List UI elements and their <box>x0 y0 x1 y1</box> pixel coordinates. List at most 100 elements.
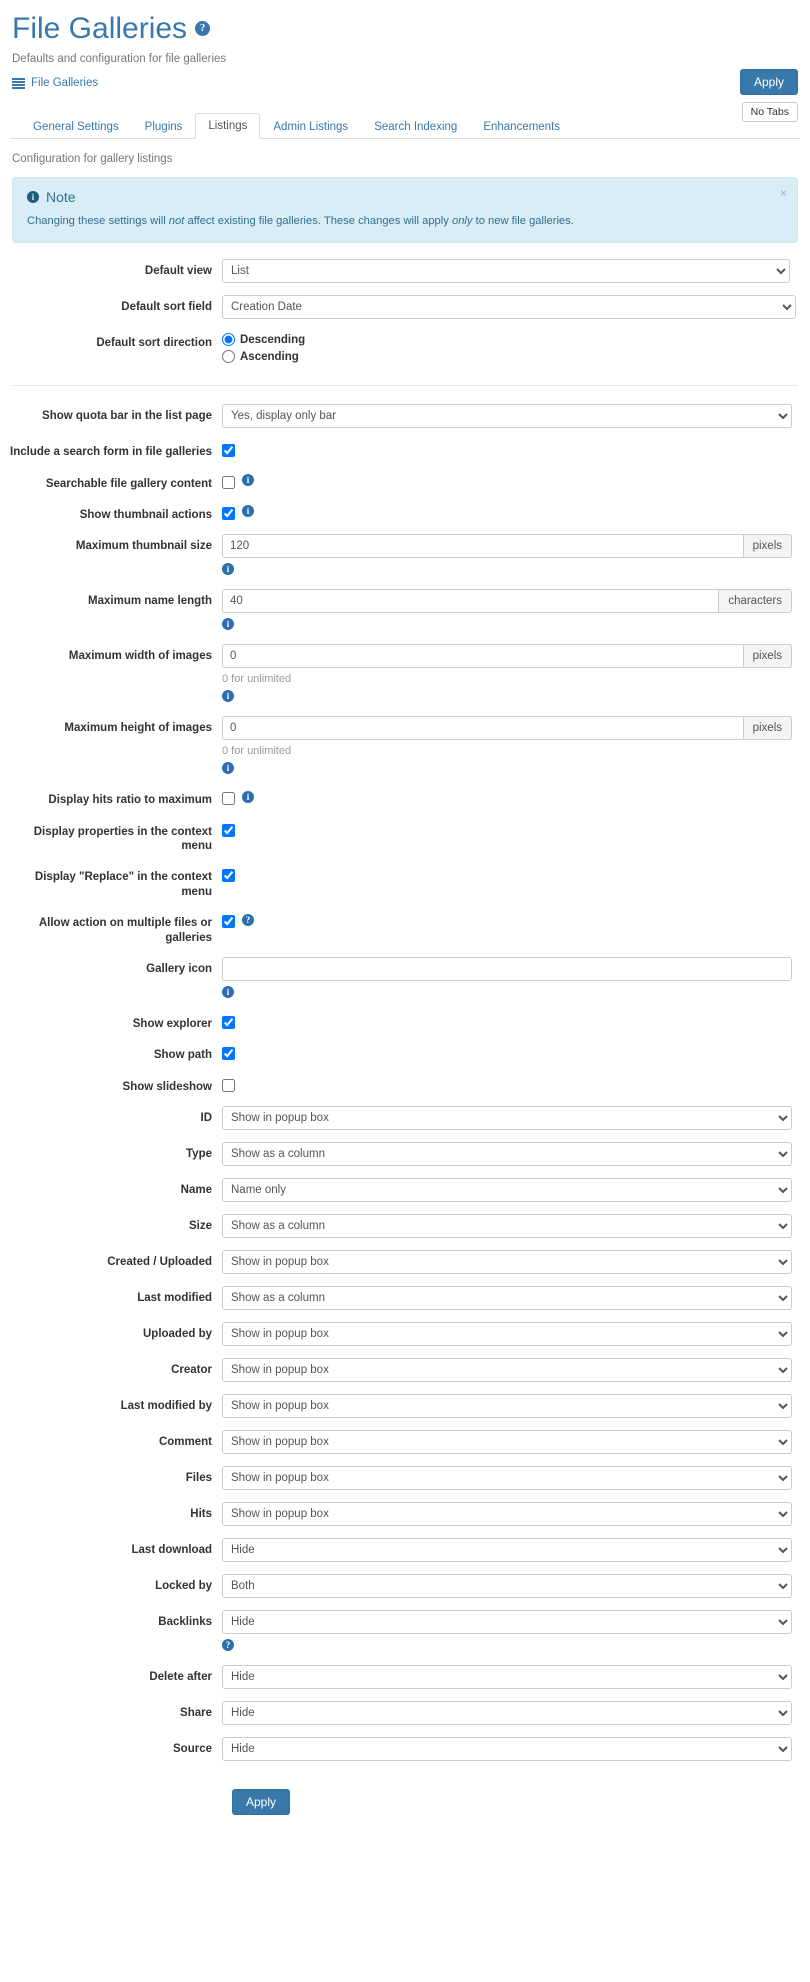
radio-input-ascending[interactable] <box>222 350 235 363</box>
tab-bar: General Settings Plugins Listings Admin Lis… <box>10 111 800 139</box>
note-close-icon[interactable]: × <box>780 186 787 200</box>
input-max-width-images[interactable] <box>222 644 744 668</box>
tab-listings[interactable]: Listings <box>195 113 260 139</box>
select-comment[interactable]: Show in popup box <box>222 1430 792 1454</box>
note-banner: × i Note Changing these settings will no… <box>12 177 798 243</box>
row-show-quota-bar: Show quota bar in the list page Yes, dis… <box>10 398 800 434</box>
checkbox-display-replace[interactable] <box>222 869 235 882</box>
list-icon <box>12 78 25 89</box>
radio-option-ascending[interactable]: Ascending <box>222 348 792 365</box>
checkbox-searchable-content[interactable] <box>222 476 235 489</box>
row-type: TypeShow as a column <box>10 1136 800 1172</box>
input-group-max-name-length: characters <box>222 589 792 613</box>
checkbox-allow-multiple-action[interactable] <box>222 915 235 928</box>
note-body-em2: only <box>452 215 473 227</box>
info-icon[interactable]: i <box>222 563 234 575</box>
input-max-height-images[interactable] <box>222 716 744 740</box>
info-icon[interactable]: i <box>242 474 254 486</box>
select-files[interactable]: Show in popup box <box>222 1466 792 1490</box>
breadcrumb: File Galleries <box>12 77 800 89</box>
radio-label-ascending: Ascending <box>240 351 299 363</box>
row-allow-multiple-action: Allow action on multiple files or galler… <box>10 905 800 951</box>
label-hits: Hits <box>10 1502 222 1521</box>
checkbox-display-properties[interactable] <box>222 824 235 837</box>
label-created-uploaded: Created / Uploaded <box>10 1250 222 1269</box>
row-last-download: Last downloadHide <box>10 1532 800 1568</box>
select-size[interactable]: Show as a column <box>222 1214 792 1238</box>
checkbox-group-show-path <box>222 1043 792 1060</box>
select-last-modified-by[interactable]: Show in popup box <box>222 1394 792 1418</box>
checkbox-show-explorer[interactable] <box>222 1016 235 1029</box>
row-created-uploaded: Created / UploadedShow in popup box <box>10 1244 800 1280</box>
info-icon[interactable]: i <box>242 791 254 803</box>
label-display-replace: Display "Replace" in the context menu <box>10 865 222 899</box>
row-default-sort-field: Default sort field Creation Date <box>10 289 800 325</box>
checkbox-show-slideshow[interactable] <box>222 1079 235 1092</box>
select-created-uploaded[interactable]: Show in popup box <box>222 1250 792 1274</box>
apply-button-top[interactable]: Apply <box>740 69 798 95</box>
row-show-slideshow: Show slideshow <box>10 1069 800 1100</box>
select-id[interactable]: Show in popup box <box>222 1106 792 1130</box>
label-show-explorer: Show explorer <box>10 1012 222 1031</box>
label-last-modified-by: Last modified by <box>10 1394 222 1413</box>
help-icon[interactable]: ? <box>222 1639 234 1651</box>
tab-search-indexing[interactable]: Search Indexing <box>361 114 470 139</box>
input-max-thumbnail-size[interactable] <box>222 534 744 558</box>
page-help-icon[interactable]: ? <box>195 21 210 36</box>
select-creator[interactable]: Show in popup box <box>222 1358 792 1382</box>
page-title-text: File Galleries <box>12 12 187 45</box>
checkbox-show-thumbnail-actions[interactable] <box>222 507 235 520</box>
no-tabs-button[interactable]: No Tabs <box>742 102 798 122</box>
select-show-quota-bar[interactable]: Yes, display only bar <box>222 404 792 428</box>
tab-admin-listings[interactable]: Admin Listings <box>260 114 361 139</box>
input-group-max-thumbnail-size: pixels <box>222 534 792 558</box>
input-max-name-length[interactable] <box>222 589 719 613</box>
checkbox-include-search-form[interactable] <box>222 444 235 457</box>
checkbox-show-path[interactable] <box>222 1047 235 1060</box>
info-icon[interactable]: i <box>222 618 234 630</box>
select-share[interactable]: Hide <box>222 1701 792 1725</box>
select-default-sort-field[interactable]: Creation Date <box>222 295 796 319</box>
apply-button-bottom[interactable]: Apply <box>232 1789 290 1815</box>
tab-label: Listings <box>208 120 247 132</box>
select-uploaded-by[interactable]: Show in popup box <box>222 1322 792 1346</box>
info-icon[interactable]: i <box>222 690 234 702</box>
select-last-download[interactable]: Hide <box>222 1538 792 1562</box>
apply-top-container: Apply <box>740 69 798 95</box>
select-backlinks[interactable]: Hide <box>222 1610 792 1634</box>
select-type[interactable]: Show as a column <box>222 1142 792 1166</box>
row-show-path: Show path <box>10 1037 800 1068</box>
select-name[interactable]: Name only <box>222 1178 792 1202</box>
tab-label: Plugins <box>145 121 183 133</box>
row-share: ShareHide <box>10 1695 800 1731</box>
info-icon[interactable]: i <box>222 762 234 774</box>
select-hits[interactable]: Show in popup box <box>222 1502 792 1526</box>
input-gallery-icon[interactable] <box>222 957 792 981</box>
radio-input-descending[interactable] <box>222 333 235 346</box>
tab-enhancements[interactable]: Enhancements <box>470 114 573 139</box>
select-default-view[interactable]: List <box>222 259 790 283</box>
info-icon[interactable]: i <box>222 986 234 998</box>
help-icon[interactable]: ? <box>242 914 254 926</box>
select-locked-by[interactable]: Both <box>222 1574 792 1598</box>
select-source[interactable]: Hide <box>222 1737 792 1761</box>
tab-general-settings[interactable]: General Settings <box>20 114 132 139</box>
row-name: NameName only <box>10 1172 800 1208</box>
no-tabs-container: No Tabs <box>742 102 798 122</box>
select-delete-after[interactable]: Hide <box>222 1665 792 1689</box>
breadcrumb-link-file-galleries[interactable]: File Galleries <box>31 77 98 89</box>
select-last-modified[interactable]: Show as a column <box>222 1286 792 1310</box>
radio-option-descending[interactable]: Descending <box>222 331 792 348</box>
note-title-text: Note <box>46 189 76 205</box>
info-icon[interactable]: i <box>242 505 254 517</box>
label-size: Size <box>10 1214 222 1233</box>
checkbox-display-hits-ratio[interactable] <box>222 792 235 805</box>
checkbox-group-allow-multiple-action: ? <box>222 911 792 928</box>
note-title: i Note <box>27 189 783 205</box>
section-divider-1 <box>12 385 798 386</box>
row-max-thumbnail-size: Maximum thumbnail size pixels i <box>10 528 800 583</box>
label-creator: Creator <box>10 1358 222 1377</box>
label-max-name-length: Maximum name length <box>10 589 222 608</box>
tab-plugins[interactable]: Plugins <box>132 114 196 139</box>
label-delete-after: Delete after <box>10 1665 222 1684</box>
